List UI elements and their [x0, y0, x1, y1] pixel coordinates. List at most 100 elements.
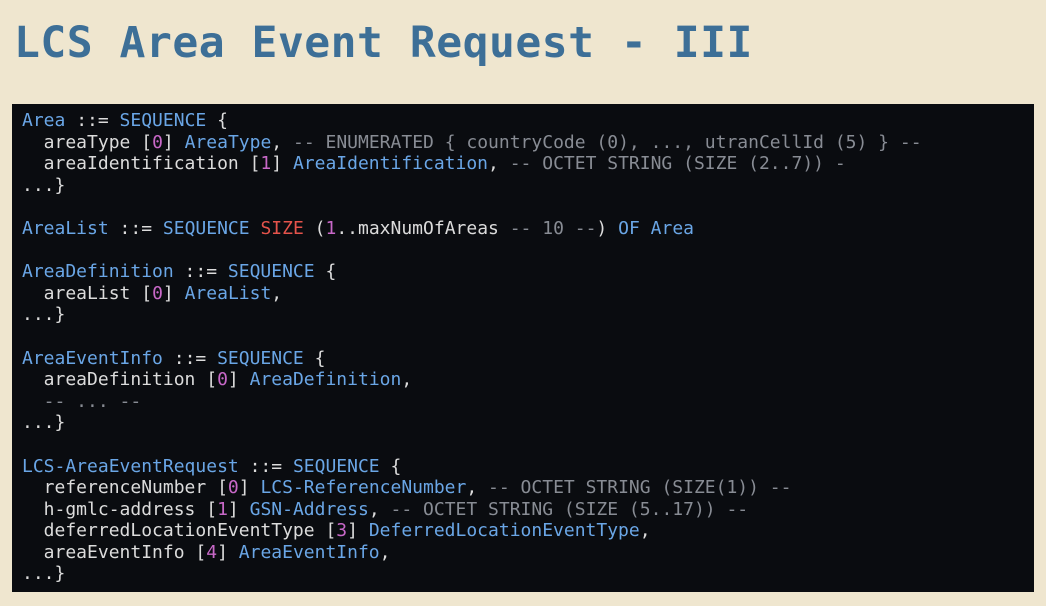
- code-line: areaDefinition [0] AreaDefinition,: [22, 369, 1034, 391]
- code-line: ...}: [22, 412, 1034, 434]
- code-tag-number: 0: [152, 282, 163, 304]
- code-comment: -- OCTET STRING (SIZE (2..7)) -: [509, 153, 846, 175]
- code-keyword-token: OF: [618, 217, 640, 239]
- code-keyword-token: SEQUENCE: [217, 347, 304, 369]
- code-punctuation: {: [303, 347, 326, 369]
- code-block: Area ::= SEQUENCE { areaType [0] AreaTyp…: [12, 104, 1034, 592]
- code-punctuation: ,: [379, 541, 391, 563]
- code-line: LCS-AreaEventRequest ::= SEQUENCE {: [22, 456, 1034, 478]
- code-line: areaEventInfo [4] AreaEventInfo,: [22, 542, 1034, 564]
- code-tag-number: 1: [217, 498, 228, 520]
- code-line: areaList [0] AreaList,: [22, 283, 1034, 305]
- code-punctuation: [: [206, 369, 218, 391]
- code-punctuation: ::=: [162, 347, 218, 369]
- code-line: -- ... --: [22, 391, 1034, 413]
- code-field-token: deferredLocationEventType: [22, 520, 326, 542]
- code-field-token: h-gmlc-address: [22, 498, 207, 520]
- code-punctuation: [: [217, 477, 228, 499]
- code-line: referenceNumber [0] LCS-ReferenceNumber,…: [22, 477, 1034, 499]
- code-field-token: areaType: [22, 131, 142, 153]
- code-punctuation: ]: [217, 541, 239, 563]
- code-line: Area ::= SEQUENCE {: [22, 110, 1034, 132]
- code-line: areaType [0] AreaType, -- ENUMERATED { c…: [22, 132, 1034, 154]
- code-field-token: areaList: [22, 282, 142, 304]
- code-type-token: AreaList: [184, 282, 272, 304]
- code-tag-number: 1: [325, 217, 337, 239]
- code-punctuation: ]: [347, 520, 369, 542]
- code-punctuation: ::=: [238, 455, 293, 477]
- code-line: areaIdentification [1] AreaIdentificatio…: [22, 153, 1034, 175]
- code-comment: -- OCTET STRING (SIZE (5..17)) --: [390, 498, 749, 520]
- code-punctuation: [640, 218, 651, 239]
- code-line: AreaList ::= SEQUENCE SIZE (1..maxNumOfA…: [22, 218, 1034, 240]
- code-type-token: GSN-Address: [249, 498, 369, 520]
- code-keyword-token: SEQUENCE: [119, 110, 207, 131]
- code-punctuation: ]: [227, 369, 250, 391]
- code-line: h-gmlc-address [1] GSN-Address, -- OCTET…: [22, 499, 1034, 521]
- code-tag-number: 1: [260, 153, 272, 175]
- code-punctuation: ): [596, 217, 619, 239]
- code-tag-number: 0: [217, 369, 228, 391]
- code-tag-number: 4: [206, 541, 218, 563]
- code-line: AreaDefinition ::= SEQUENCE {: [22, 261, 1034, 283]
- code-type-token: LCS-ReferenceNumber: [260, 477, 467, 499]
- code-punctuation: ,: [271, 131, 293, 153]
- code-punctuation: [: [141, 131, 153, 153]
- code-punctuation: ]: [271, 153, 293, 175]
- code-line: deferredLocationEventType [3] DeferredLo…: [22, 520, 1034, 542]
- code-line: AreaEventInfo ::= SEQUENCE {: [22, 348, 1034, 370]
- code-punctuation: [: [141, 282, 153, 304]
- code-punctuation: ]: [227, 498, 250, 520]
- code-punctuation: [250, 218, 261, 239]
- code-punctuation: [: [249, 153, 261, 175]
- code-type-token: DeferredLocationEventType: [368, 520, 640, 542]
- code-type-token: AreaList: [22, 217, 109, 239]
- code-field-token: referenceNumber: [22, 477, 218, 499]
- code-punctuation: ,: [368, 498, 391, 520]
- code-comment: -- ENUMERATED { countryCode (0), ..., ut…: [292, 131, 922, 153]
- code-punctuation: ..maxNumOfAreas: [336, 217, 510, 239]
- code-type-token: AreaEventInfo: [22, 347, 163, 369]
- code-type-token: Area: [22, 110, 66, 131]
- code-punctuation: ...}: [22, 412, 66, 434]
- code-punctuation: ,: [401, 369, 413, 391]
- code-type-token: AreaDefinition: [22, 261, 174, 283]
- code-size-keyword: SIZE: [260, 217, 304, 239]
- code-field-token: areaEventInfo: [22, 541, 196, 563]
- code-line: ...}: [22, 563, 1034, 585]
- code-keyword-token: SEQUENCE: [292, 455, 380, 477]
- code-punctuation: ]: [238, 477, 261, 499]
- code-punctuation: ,: [271, 282, 283, 304]
- code-type-token: AreaDefinition: [249, 369, 402, 391]
- code-keyword-token: SEQUENCE: [162, 217, 250, 239]
- code-punctuation: ]: [162, 131, 185, 153]
- code-punctuation: {: [314, 261, 337, 283]
- code-type-token: LCS-AreaEventRequest: [22, 455, 239, 477]
- code-punctuation: ::=: [108, 217, 163, 239]
- code-punctuation: ,: [466, 477, 489, 499]
- code-punctuation: {: [379, 455, 402, 477]
- code-punctuation: [: [325, 520, 337, 542]
- code-punctuation: ...}: [22, 174, 66, 196]
- code-punctuation: ::=: [65, 110, 120, 131]
- code-punctuation: {: [206, 110, 228, 131]
- code-type-token: AreaIdentification: [292, 153, 489, 175]
- code-comment: -- ... --: [22, 390, 142, 412]
- slide-title: LCS Area Event Request - III: [14, 18, 753, 68]
- code-tag-number: 0: [227, 477, 239, 499]
- code-punctuation: [: [195, 541, 207, 563]
- code-type-token: Area: [650, 217, 694, 239]
- code-keyword-token: SEQUENCE: [227, 261, 315, 283]
- code-tag-number: 0: [152, 131, 163, 153]
- code-type-token: AreaType: [184, 131, 272, 153]
- code-punctuation: (: [303, 217, 326, 239]
- code-comment: -- 10 --: [509, 217, 597, 239]
- code-punctuation: ,: [488, 153, 510, 175]
- code-punctuation: ,: [639, 520, 651, 542]
- code-field-token: areaIdentification: [22, 153, 250, 175]
- code-line: ...}: [22, 304, 1034, 326]
